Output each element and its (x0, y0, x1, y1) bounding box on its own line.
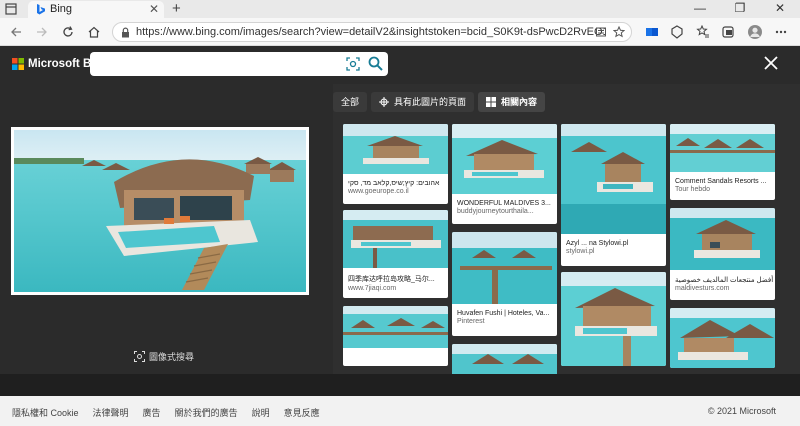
tab-actions-icon[interactable] (4, 2, 18, 16)
related-images-grid: אהובים: קיץ;שיס,קלאב מד, סקי www.goeurop… (343, 124, 783, 374)
url-text[interactable]: https://www.bing.com/images/search?view=… (136, 26, 606, 38)
detail-bottom-strip (0, 374, 800, 396)
restore-icon[interactable]: ❐ (720, 0, 760, 18)
result-thumbnail (343, 306, 448, 348)
image-detail-view: 圖像式搜尋 全部 具有此圖片的頁面 相關內容 אהובים: קיץ;שיס,ק… (0, 84, 800, 374)
result-thumbnail (561, 124, 666, 234)
favorite-star-icon[interactable] (612, 25, 626, 41)
result-source: www.goeurope.co.il (348, 188, 409, 195)
result-caption: WONDERFUL MALDIVES 3... (457, 200, 551, 207)
refresh-icon[interactable] (58, 22, 78, 42)
result-thumbnail (343, 210, 448, 268)
result-thumbnail (452, 232, 557, 304)
result-card[interactable]: أفضل منتجعات المالديف خصوصية T... maldiv… (670, 208, 775, 300)
microsoft-logo-icon (12, 58, 24, 70)
footer-link-privacy[interactable]: 隱私權和 Cookie (12, 406, 79, 419)
result-caption: Huvafen Fushi | Hoteles, Va... (457, 310, 550, 317)
home-icon[interactable] (84, 22, 104, 42)
tab-title: Bing (50, 3, 73, 15)
settings-more-icon[interactable] (772, 23, 790, 41)
result-card[interactable]: WONDERFUL MALDIVES 3... buddyjourneytour… (452, 124, 557, 224)
result-caption: Azyl ... na Stylowi.pl (566, 240, 629, 247)
main-image[interactable] (11, 127, 309, 295)
result-card[interactable]: אהובים: קיץ;שיס,קלאב מד, סקי www.goeurop… (343, 124, 448, 204)
visual-search-button[interactable]: 圖像式搜尋 (134, 350, 194, 363)
favorites-icon[interactable] (694, 23, 712, 41)
copyright-text: © 2021 Microsoft (707, 406, 776, 416)
tab-pages-with-image-label: 具有此圖片的頁面 (394, 97, 467, 107)
footer-link-about-ads[interactable]: 關於我們的廣告 (175, 406, 238, 419)
main-image-pane: 圖像式搜尋 (0, 84, 330, 374)
lock-icon[interactable] (121, 27, 130, 41)
result-source: maldivesturs.com (675, 285, 730, 292)
result-caption: Comment Sandals Resorts ... (675, 178, 767, 185)
result-caption: أفضل منتجعات المالديف خصوصية T... (675, 277, 775, 284)
related-results-pane: 全部 具有此圖片的頁面 相關內容 אהובים: קיץ;שיס,קלאב מד… (333, 84, 800, 374)
footer-link-advertise[interactable]: 廣告 (143, 406, 161, 419)
result-source: www.7jiaqi.com (348, 285, 397, 292)
tab-related[interactable]: 相關內容 (478, 92, 546, 112)
back-icon[interactable] (6, 22, 26, 42)
result-thumbnail (343, 124, 448, 174)
search-icon[interactable] (368, 56, 383, 74)
reader-view-icon[interactable] (595, 26, 607, 41)
profile-avatar-icon[interactable] (746, 23, 764, 41)
visual-search-icon[interactable] (346, 57, 360, 74)
extension-icon[interactable] (643, 23, 661, 41)
result-caption: אהובים: קיץ;שיס,קלאב מד, סקי (348, 180, 440, 187)
result-card[interactable]: Huvafen Fushi | Hoteles, Va... Pinterest (452, 232, 557, 336)
close-detail-view-icon[interactable] (763, 55, 779, 74)
overwater-villa-image (14, 130, 306, 292)
new-tab-icon[interactable]: + (172, 0, 181, 17)
browser-tab-bing[interactable]: Bing ✕ (28, 1, 164, 18)
result-source: Pinterest (457, 318, 485, 325)
visual-search-label: 圖像式搜尋 (149, 352, 195, 362)
bing-header: Microsoft Bing (0, 46, 800, 84)
address-bar[interactable]: https://www.bing.com/images/search?view=… (112, 22, 632, 42)
footer-link-help[interactable]: 說明 (252, 406, 270, 419)
tab-all-label: 全部 (341, 97, 360, 107)
result-thumbnail (670, 308, 775, 368)
result-card[interactable] (343, 306, 448, 366)
results-scrollbar[interactable] (789, 124, 795, 372)
visual-search-icon (134, 351, 145, 362)
tab-related-label: 相關內容 (501, 97, 538, 107)
footer-link-feedback[interactable]: 意見反應 (284, 406, 320, 419)
result-thumbnail (670, 124, 775, 172)
page-footer: 隱私權和 Cookie 法律聲明 廣告 關於我們的廣告 說明 意見反應 © 20… (0, 396, 800, 426)
result-caption: 四季库达呼拉岛攻略_马尔... (348, 276, 435, 283)
footer-links: 隱私權和 Cookie 法律聲明 廣告 關於我們的廣告 說明 意見反應 (12, 406, 334, 419)
minimize-icon[interactable]: — (680, 0, 720, 18)
result-card[interactable]: Azyl ... na Stylowi.pl stylowi.pl (561, 124, 666, 266)
crosshair-icon (379, 97, 390, 107)
result-thumbnail (452, 344, 557, 374)
result-card[interactable] (452, 344, 557, 374)
result-card[interactable] (670, 308, 775, 368)
detail-tabs: 全部 具有此圖片的頁面 相關內容 (333, 92, 549, 112)
close-window-icon[interactable]: ✕ (760, 0, 800, 18)
result-thumbnail (670, 208, 775, 270)
browser-essentials-icon[interactable] (668, 23, 686, 41)
bing-favicon-icon (36, 4, 46, 15)
browser-toolbar: https://www.bing.com/images/search?view=… (0, 18, 800, 46)
search-input[interactable] (90, 52, 388, 76)
result-card[interactable]: Comment Sandals Resorts ... Tour hebdo (670, 124, 775, 200)
result-source: Tour hebdo (675, 186, 711, 193)
tab-all[interactable]: 全部 (333, 92, 368, 112)
grid-icon (486, 97, 497, 107)
tab-pages-with-image[interactable]: 具有此圖片的頁面 (371, 92, 475, 112)
result-card[interactable]: 四季库达呼拉岛攻略_马尔... www.7jiaqi.com (343, 210, 448, 298)
result-source: stylowi.pl (566, 248, 595, 255)
browser-tab-bar: Bing ✕ + — ❐ ✕ (0, 0, 800, 18)
footer-link-legal[interactable]: 法律聲明 (93, 406, 129, 419)
collections-icon[interactable] (720, 23, 738, 41)
result-card[interactable] (561, 272, 666, 366)
result-source: buddyjourneytourthaila... (457, 208, 534, 215)
result-thumbnail (561, 272, 666, 366)
close-tab-icon[interactable]: ✕ (149, 2, 159, 16)
result-thumbnail (452, 124, 557, 194)
forward-icon[interactable] (32, 22, 52, 42)
